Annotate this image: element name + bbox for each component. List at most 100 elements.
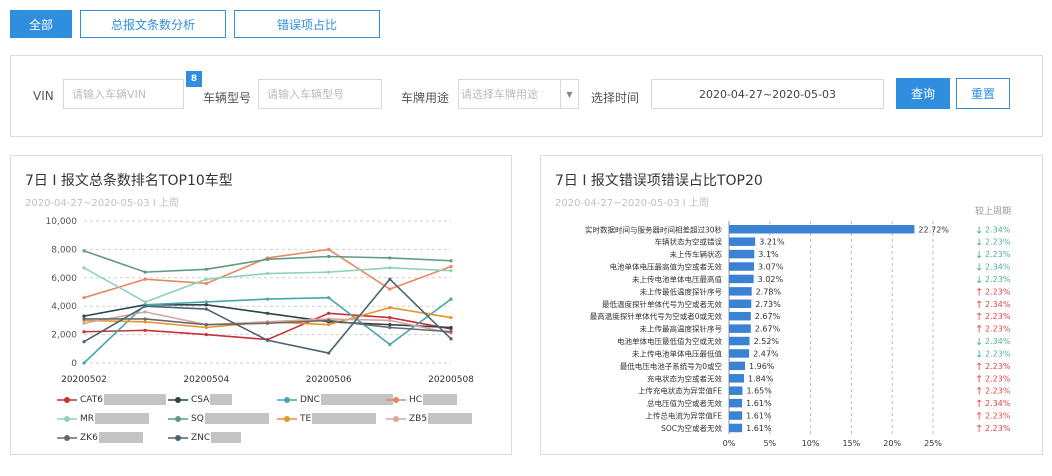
legend-item[interactable]: ZNC [168,432,242,443]
date-range-input[interactable]: 2020-04-27~2020-05-03 [651,79,884,109]
tab-total-message-analysis[interactable]: 总报文条数分析 [80,10,226,38]
legend-label: MR [80,413,95,424]
value-label: 1.96% [749,362,775,371]
arrow-up-icon: ↑ [975,374,983,385]
legend-label: TE [300,413,312,424]
compare-value: 2.23% [985,275,1011,284]
legend-item[interactable]: ZB5 [386,413,473,424]
value-label: 2.67% [755,325,781,334]
category-label: 未上传电池单体电压最低值 [632,348,722,358]
x-tick-label: 20200508 [428,375,474,385]
arrow-down-icon: ↓ [975,349,983,360]
data-point [143,270,147,274]
series-line [83,312,452,341]
reset-button[interactable]: 重置 [956,78,1010,109]
y-tick-label: 6,000 [51,274,77,284]
category-label: 最低电压电池子系统号为0或空 [620,361,722,371]
x-tick-label: 25% [924,439,942,448]
bar [729,398,743,408]
compare-value: 2.34% [985,337,1011,346]
tab-all[interactable]: 全部 [10,10,72,38]
category-label: 最高温度探针单体代号为空或者0或无效 [590,311,723,321]
legend-label-redaction [428,413,473,424]
category-label: 未上传电池单体电压最高值 [632,274,722,284]
time-label: 选择时间 [591,91,640,105]
category-label: 未上传车辆状态 [670,249,723,259]
legend-item[interactable]: ZK6 [57,432,143,443]
legend-item[interactable]: TE [277,413,377,424]
category-label: 电池单体电压最高值为空或者无效 [610,262,723,272]
query-button[interactable]: 查询 [896,78,950,109]
vin-input[interactable]: 请输入车辆VIN [63,79,184,109]
category-label: 电池单体电压最低值为空或无效 [617,336,722,346]
data-point [82,296,86,300]
legend-label-redaction [204,413,269,424]
data-point [143,304,147,308]
legend-marker [386,415,406,422]
compare-value: 2.23% [985,374,1011,383]
legend-label-redaction [312,413,377,424]
arrow-up-icon: ↑ [975,325,983,336]
legend-marker [168,415,188,422]
data-point [204,307,208,311]
data-point [265,257,270,261]
legend-marker [277,396,297,403]
compare-value: 2.23% [985,287,1011,296]
data-point [265,338,270,342]
legend-label-redaction [210,394,233,405]
data-point [82,330,86,334]
data-point [82,314,86,318]
data-point [265,271,270,276]
data-point [327,318,331,322]
category-label: 最低温度探针单体代号为空或者无效 [602,299,722,309]
category-label: 总电压值为空或者无效 [647,398,722,408]
data-point [388,287,392,291]
data-point [204,281,208,286]
legend-item[interactable]: HC [386,394,458,405]
usage-select[interactable]: 请选择车牌用途 ▼ [458,79,579,109]
y-tick-label: 4,000 [51,302,77,312]
data-point [265,297,270,301]
value-label: 2.52% [754,337,780,346]
y-tick-label: 0 [71,359,77,369]
category-label: 上传总电流为异常值FE [645,411,722,421]
panel-top10-models: 7日 I 报文总条数排名TOP10车型 2020-04-27~2020-05-0… [10,155,512,455]
legend-label: ZK6 [80,432,98,443]
filter-panel: VIN 请输入车辆VIN 8 车辆型号 请输入车辆型号 车牌用途 请选择车牌用途… [10,55,1043,137]
value-label: 22.72% [918,225,949,234]
usage-select-value: 请选择车牌用途 [461,88,538,101]
bar [729,374,745,383]
data-point [327,247,331,251]
compare-value: 2.23% [985,238,1011,247]
data-point [143,328,147,332]
legend-item[interactable]: CSA [168,394,233,405]
top-tabs: 全部 总报文条数分析 错误项占比 [10,10,380,38]
chevron-down-icon[interactable]: ▼ [560,80,578,108]
legend-label-redaction [103,394,166,405]
data-point [204,303,208,307]
bar [729,336,750,346]
tab-error-ratio[interactable]: 错误项占比 [234,10,380,38]
bar [729,299,752,309]
bar [729,324,751,333]
data-point [449,297,453,301]
data-point [327,323,331,327]
compare-value: 2.23% [985,387,1011,396]
model-input[interactable]: 请输入车辆型号 [258,79,382,109]
legend-marker [277,415,297,422]
compare-value: 2.23% [985,424,1011,433]
bar [729,262,755,271]
x-tick-label: 20% [883,439,901,448]
legend-item[interactable]: SQ [168,413,269,424]
legend-item[interactable]: CAT6 [57,394,166,405]
data-point [388,323,392,327]
value-label: 2.73% [755,300,781,309]
data-point [265,321,270,325]
data-point [388,256,392,260]
legend-item[interactable]: MR [57,413,150,424]
legend-item[interactable]: DNC [277,394,393,405]
compare-value: 2.23% [985,312,1011,321]
value-label: 2.67% [755,312,781,321]
value-label: 3.07% [758,263,784,272]
data-point [449,330,453,334]
